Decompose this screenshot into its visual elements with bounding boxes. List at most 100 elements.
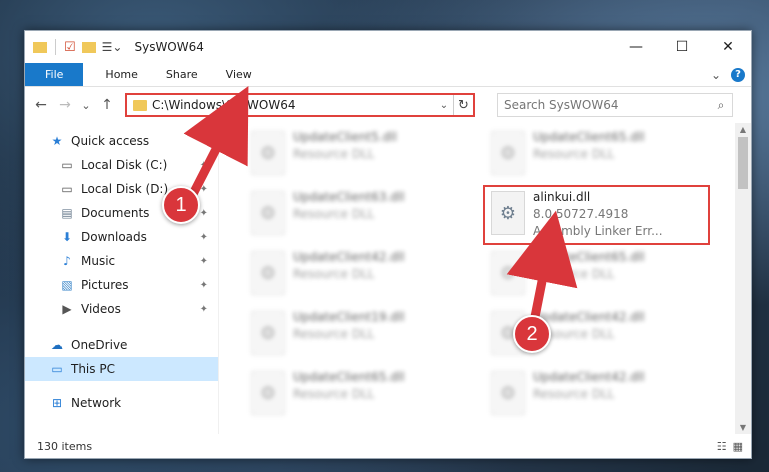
customize-toolbar-icon[interactable]: ☰⌄ bbox=[102, 40, 123, 54]
file-type: Resource DLL bbox=[533, 387, 615, 401]
sidebar-item-music[interactable]: ♪ Music ✦ bbox=[25, 249, 218, 273]
folder-icon bbox=[133, 99, 147, 111]
list-item[interactable]: ⚙ UpdateClient65.dll Resource DLL bbox=[487, 127, 707, 183]
pin-icon[interactable]: ✦ bbox=[200, 184, 208, 195]
sidebar-item-label: Music bbox=[81, 254, 116, 268]
list-item[interactable]: ⚙ UpdateClient19.dll Resource DLL bbox=[247, 307, 467, 363]
search-box[interactable]: ⌕ bbox=[497, 93, 733, 117]
sidebar-item-onedrive[interactable]: ☁ OneDrive bbox=[25, 333, 218, 357]
explorer-window: ☑ ☰⌄ SysWOW64 — ☐ ✕ File Home Share View… bbox=[24, 30, 752, 459]
documents-icon: ▤ bbox=[61, 206, 73, 220]
file-name: UpdateClient42.dll bbox=[533, 370, 645, 384]
download-icon: ⬇ bbox=[61, 230, 73, 244]
address-path[interactable]: C:\Windows\SysWOW64 bbox=[152, 98, 296, 112]
cloud-icon: ☁ bbox=[51, 338, 63, 352]
list-item[interactable]: ⚙ UpdateClient42.dll Resource DLL bbox=[247, 247, 467, 303]
sidebar-item-label: Pictures bbox=[81, 278, 129, 292]
ribbon-right: ⌄ ? bbox=[711, 63, 751, 86]
navigation-pane: ★ Quick access ▭ Local Disk (C:) ✦ ▭ Loc… bbox=[25, 123, 219, 434]
dll-file-icon: ⚙ bbox=[491, 251, 525, 295]
sidebar-item-pictures[interactable]: ▧ Pictures ✦ bbox=[25, 273, 218, 297]
folder-icon[interactable] bbox=[33, 41, 47, 53]
network-icon: ⊞ bbox=[51, 396, 63, 410]
sidebar-item-this-pc[interactable]: ▭ This PC bbox=[25, 357, 218, 381]
list-item[interactable]: ⚙ UpdateClient65.dll Resource DLL bbox=[247, 367, 467, 423]
search-icon[interactable]: ⌕ bbox=[710, 98, 732, 113]
dll-file-icon: ⚙ bbox=[251, 131, 285, 175]
file-type: Resource DLL bbox=[293, 267, 375, 281]
computer-icon: ▭ bbox=[51, 362, 63, 376]
search-input[interactable] bbox=[504, 98, 710, 112]
sidebar-item-videos[interactable]: ▶ Videos ✦ bbox=[25, 297, 218, 321]
sidebar-item-downloads[interactable]: ⬇ Downloads ✦ bbox=[25, 225, 218, 249]
sidebar-item-network[interactable]: ⊞ Network bbox=[25, 391, 218, 415]
sidebar-item-local-disk-c[interactable]: ▭ Local Disk (C:) ✦ bbox=[25, 153, 218, 177]
quick-access-toolbar: ☑ ☰⌄ bbox=[33, 39, 122, 55]
maximize-button[interactable]: ☐ bbox=[659, 31, 705, 63]
star-icon: ★ bbox=[51, 134, 63, 148]
tab-view[interactable]: View bbox=[212, 63, 266, 86]
dll-file-icon: ⚙ bbox=[251, 311, 285, 355]
tab-share[interactable]: Share bbox=[152, 63, 212, 86]
pin-icon[interactable]: ✦ bbox=[200, 304, 208, 315]
sidebar-item-label: Local Disk (C:) bbox=[81, 158, 168, 172]
file-list: ⚙ UpdateClient5.dll Resource DLL ⚙ Updat… bbox=[219, 123, 751, 434]
pictures-icon: ▧ bbox=[61, 278, 73, 292]
recent-locations-button[interactable]: ⌄ bbox=[79, 99, 93, 112]
help-icon[interactable]: ? bbox=[731, 67, 745, 82]
sidebar-item-label: Documents bbox=[81, 206, 150, 220]
file-type: Resource DLL bbox=[293, 387, 375, 401]
tab-file[interactable]: File bbox=[25, 63, 84, 86]
item-count: 130 items bbox=[37, 439, 93, 453]
sidebar-item-label: Quick access bbox=[71, 134, 150, 148]
refresh-button[interactable]: ↻ bbox=[453, 95, 473, 115]
dll-file-icon: ⚙ bbox=[251, 251, 285, 295]
back-button[interactable]: ← bbox=[31, 97, 51, 113]
expand-ribbon-icon[interactable]: ⌄ bbox=[711, 68, 721, 82]
videos-icon: ▶ bbox=[62, 302, 72, 316]
minimize-button[interactable]: — bbox=[613, 31, 659, 63]
dll-file-icon: ⚙ bbox=[251, 371, 285, 415]
details-view-icon[interactable]: ☷ bbox=[717, 440, 727, 453]
sidebar-item-label: Local Disk (D:) bbox=[81, 182, 169, 196]
properties-icon[interactable]: ☑ bbox=[64, 40, 76, 55]
tiles-view-icon[interactable]: ▦ bbox=[733, 440, 743, 453]
divider bbox=[55, 39, 56, 55]
list-item[interactable]: ⚙ UpdateClient65.dll Resource DLL bbox=[487, 247, 707, 303]
file-name: UpdateClient42.dll bbox=[533, 310, 645, 324]
drive-icon: ▭ bbox=[61, 182, 73, 196]
close-button[interactable]: ✕ bbox=[705, 31, 751, 63]
address-bar[interactable]: C:\Windows\SysWOW64 ⌄ ↻ bbox=[125, 93, 475, 117]
pin-icon[interactable]: ✦ bbox=[200, 280, 208, 291]
file-type: Resource DLL bbox=[293, 147, 375, 161]
view-switcher: ☷ ▦ bbox=[717, 440, 751, 453]
list-item[interactable]: ⚙ UpdateClient63.dll Resource DLL bbox=[247, 187, 467, 243]
list-item[interactable]: ⚙ UpdateClient42.dll Resource DLL bbox=[487, 367, 707, 423]
pin-icon[interactable]: ✦ bbox=[200, 232, 208, 243]
highlight-box-file bbox=[483, 185, 710, 245]
content-area: ★ Quick access ▭ Local Disk (C:) ✦ ▭ Loc… bbox=[25, 123, 751, 434]
pin-icon[interactable]: ✦ bbox=[200, 256, 208, 267]
chevron-down-icon[interactable]: ⌄ bbox=[435, 100, 453, 111]
vertical-scrollbar[interactable]: ▲ ▼ bbox=[735, 123, 751, 434]
new-folder-icon[interactable] bbox=[81, 41, 96, 53]
forward-button[interactable]: → bbox=[55, 97, 75, 113]
navigation-bar: ← → ⌄ ↑ C:\Windows\SysWOW64 ⌄ ↻ ⌕ bbox=[25, 87, 751, 123]
up-button[interactable]: ↑ bbox=[97, 97, 117, 113]
file-name: UpdateClient65.dll bbox=[533, 130, 645, 144]
pin-icon[interactable]: ✦ bbox=[200, 160, 208, 171]
tab-home[interactable]: Home bbox=[91, 63, 151, 86]
pin-icon[interactable]: ✦ bbox=[200, 208, 208, 219]
music-icon: ♪ bbox=[63, 254, 71, 268]
dll-file-icon: ⚙ bbox=[491, 131, 525, 175]
title-bar: ☑ ☰⌄ SysWOW64 — ☐ ✕ bbox=[25, 31, 751, 63]
scrollbar-thumb[interactable] bbox=[738, 137, 748, 189]
scroll-up-icon[interactable]: ▲ bbox=[735, 125, 751, 134]
file-name: UpdateClient5.dll bbox=[293, 130, 397, 144]
sidebar-item-label: OneDrive bbox=[71, 338, 128, 352]
step-badge-2: 2 bbox=[513, 315, 551, 353]
scroll-down-icon[interactable]: ▼ bbox=[735, 423, 751, 432]
list-item[interactable]: ⚙ UpdateClient5.dll Resource DLL bbox=[247, 127, 467, 183]
sidebar-item-quick-access[interactable]: ★ Quick access bbox=[25, 129, 218, 153]
sidebar-item-label: This PC bbox=[71, 362, 115, 376]
